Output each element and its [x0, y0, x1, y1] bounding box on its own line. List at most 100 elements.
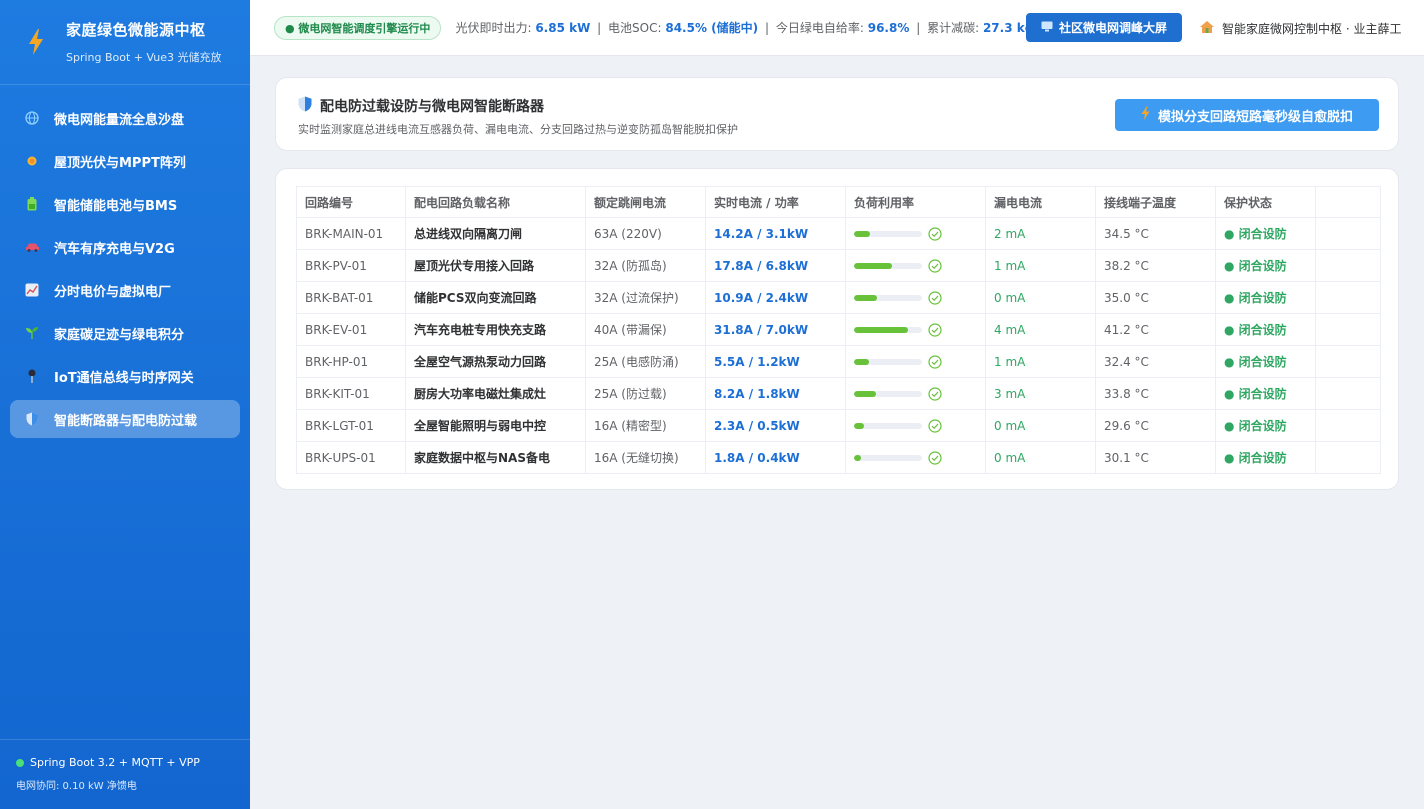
column-header-spacer: [1315, 186, 1381, 218]
table-row[interactable]: BRK-MAIN-01 总进线双向隔离刀闸 63A (220V) 14.2A / 3.…: [296, 217, 1381, 250]
sidebar-item-breaker-protection[interactable]: 智能断路器与配电防过载: [10, 400, 240, 438]
cell-spacer: [1315, 313, 1381, 346]
load-progress-bar: [854, 294, 922, 301]
cell-protection-status: ● 闭合设防: [1215, 313, 1316, 346]
sidebar: 家庭绿色微能源中枢 Spring Boot + Vue3 光储充放 微电网能量流…: [0, 0, 250, 809]
cell-leak-current: 0 mA: [985, 281, 1096, 314]
cell-circuit-id: BRK-KIT-01: [296, 377, 406, 410]
pv-label: 光伏即时出力:: [455, 21, 532, 35]
cell-leak-current: 1 mA: [985, 345, 1096, 378]
soc-label: 电池SOC:: [608, 21, 662, 35]
sidebar-item-label: 汽车有序充电与V2G: [54, 241, 175, 257]
check-circle-icon: [928, 290, 942, 305]
cell-load-ratio: [845, 409, 986, 442]
cell-protection-status: ● 闭合设防: [1215, 441, 1316, 474]
cell-protection-status: ● 闭合设防: [1215, 281, 1316, 314]
load-progress-fill: [854, 294, 878, 301]
community-screen-button[interactable]: 社区微电网调峰大屏: [1026, 13, 1182, 42]
check-circle-icon: [928, 226, 942, 241]
pv-value: 6.85 kW: [535, 21, 591, 35]
battery-icon: [24, 196, 40, 212]
sidebar-item-label: 智能断路器与配电防过载: [54, 413, 198, 429]
cell-leak-current: 4 mA: [985, 313, 1096, 346]
realtime-metrics: 光伏即时出力: 6.85 kW | 电池SOC: 84.5% (储能中) | 今…: [455, 21, 1034, 35]
cell-spacer: [1315, 377, 1381, 410]
sidebar-item-tou-vpp[interactable]: 分时电价与虚拟电厂: [10, 271, 240, 309]
cell-rated-current: 25A (电感防涌): [585, 345, 706, 378]
column-header: 保护状态: [1215, 186, 1316, 218]
monitor-icon: [1041, 21, 1053, 35]
cell-terminal-temp: 35.0 °C: [1095, 281, 1216, 314]
cell-rated-current: 40A (带漏保): [585, 313, 706, 346]
cell-leak-current: 3 mA: [985, 377, 1096, 410]
cell-spacer: [1315, 281, 1381, 314]
column-header: 实时电流 / 功率: [705, 186, 846, 218]
cell-current-power: 17.8A / 6.8kW: [705, 249, 846, 282]
cell-spacer: [1315, 441, 1381, 474]
table-row[interactable]: BRK-KIT-01 厨房大功率电磁灶集成灶 25A (防过载) 8.2A / 1.8…: [296, 377, 1381, 410]
sidebar-item-label: 分时电价与虚拟电厂: [54, 284, 172, 300]
sidebar-item-label: 家庭碳足迹与绿电积分: [54, 327, 185, 343]
sidebar-item-iot-gateway[interactable]: IoT通信总线与时序网关: [10, 357, 240, 395]
table-row[interactable]: BRK-EV-01 汽车充电桩专用快充支路 40A (带漏保) 31.8A / 7.0…: [296, 313, 1381, 346]
cell-load-ratio: [845, 281, 986, 314]
cell-current-power: 5.5A / 1.2kW: [705, 345, 846, 378]
cell-terminal-temp: 33.8 °C: [1095, 377, 1216, 410]
cell-protection-status: ● 闭合设防: [1215, 249, 1316, 282]
table-header-row: 回路编号 配电回路负载名称 额定跳闸电流 实时电流 / 功率 负荷利用率 漏电电…: [296, 186, 1381, 218]
check-circle-icon: [928, 354, 942, 369]
cell-current-power: 14.2A / 3.1kW: [705, 217, 846, 250]
cell-load-name: 家庭数据中枢与NAS备电: [405, 441, 586, 474]
cell-circuit-id: BRK-LGT-01: [296, 409, 406, 442]
cell-circuit-id: BRK-BAT-01: [296, 281, 406, 314]
community-screen-label: 社区微电网调峰大屏: [1058, 21, 1167, 35]
table-row[interactable]: BRK-PV-01 屋顶光伏专用接入回路 32A (防孤岛) 17.8A / 6.8k…: [296, 249, 1381, 282]
sidebar-item-carbon-credit[interactable]: 家庭碳足迹与绿电积分: [10, 314, 240, 352]
sun-icon: [24, 153, 40, 169]
cell-load-name: 全屋智能照明与弱电中控: [405, 409, 586, 442]
cell-rated-current: 16A (无缝切换): [585, 441, 706, 474]
check-circle-icon: [928, 322, 942, 337]
load-progress-fill: [854, 326, 909, 333]
load-progress-bar: [854, 358, 922, 365]
load-progress-bar: [854, 262, 922, 269]
cell-spacer: [1315, 249, 1381, 282]
cell-terminal-temp: 30.1 °C: [1095, 441, 1216, 474]
sidebar-item-battery-bms[interactable]: 智能储能电池与BMS: [10, 185, 240, 223]
column-header: 接线端子温度: [1095, 186, 1216, 218]
cell-leak-current: 2 mA: [985, 217, 1096, 250]
table-row[interactable]: BRK-UPS-01 家庭数据中枢与NAS备电 16A (无缝切换) 1.8A / 0…: [296, 441, 1381, 474]
cell-current-power: 2.3A / 0.5kW: [705, 409, 846, 442]
lightning-icon: [22, 28, 50, 56]
load-progress-fill: [854, 390, 877, 397]
status-dot-icon: [16, 758, 24, 767]
cell-load-name: 屋顶光伏专用接入回路: [405, 249, 586, 282]
soc-value: 84.5% (储能中): [665, 21, 759, 35]
cell-rated-current: 25A (防过载): [585, 377, 706, 410]
cell-circuit-id: BRK-EV-01: [296, 313, 406, 346]
check-circle-icon: [928, 386, 942, 401]
cell-leak-current: 0 mA: [985, 409, 1096, 442]
table-row[interactable]: BRK-LGT-01 全屋智能照明与弱电中控 16A (精密型) 2.3A / 0.5…: [296, 409, 1381, 442]
chart-icon: [24, 282, 40, 298]
simulate-short-circuit-button[interactable]: 模拟分支回路短路毫秒级自愈脱扣: [1115, 99, 1379, 131]
cell-protection-status: ● 闭合设防: [1215, 409, 1316, 442]
user-area[interactable]: 智能家庭微网控制中枢 · 业主薛工: [1200, 20, 1401, 37]
sidebar-item-pv-mppt[interactable]: 屋顶光伏与MPPT阵列: [10, 142, 240, 180]
cell-load-ratio: [845, 377, 986, 410]
cell-spacer: [1315, 345, 1381, 378]
sidebar-item-ev-v2g[interactable]: 汽车有序充电与V2G: [10, 228, 240, 266]
table-row[interactable]: BRK-HP-01 全屋空气源热泵动力回路 25A (电感防涌) 5.5A / 1.2…: [296, 345, 1381, 378]
cell-load-ratio: [845, 217, 986, 250]
load-progress-fill: [854, 262, 893, 269]
table-row[interactable]: BRK-BAT-01 储能PCS双向变流回路 32A (过流保护) 10.9A / 2…: [296, 281, 1381, 314]
panel-title-text: 配电防过载设防与微电网智能断路器: [320, 99, 544, 115]
load-progress-fill: [854, 358, 869, 365]
sidebar-item-energy-sandbox[interactable]: 微电网能量流全息沙盘: [10, 99, 240, 137]
grid-status-text: 电网协同: 0.10 kW 净馈电: [16, 781, 137, 792]
cell-terminal-temp: 32.4 °C: [1095, 345, 1216, 378]
load-progress-bar: [854, 454, 922, 461]
cell-circuit-id: BRK-PV-01: [296, 249, 406, 282]
cell-protection-status: ● 闭合设防: [1215, 217, 1316, 250]
column-header: 额定跳闸电流: [585, 186, 706, 218]
